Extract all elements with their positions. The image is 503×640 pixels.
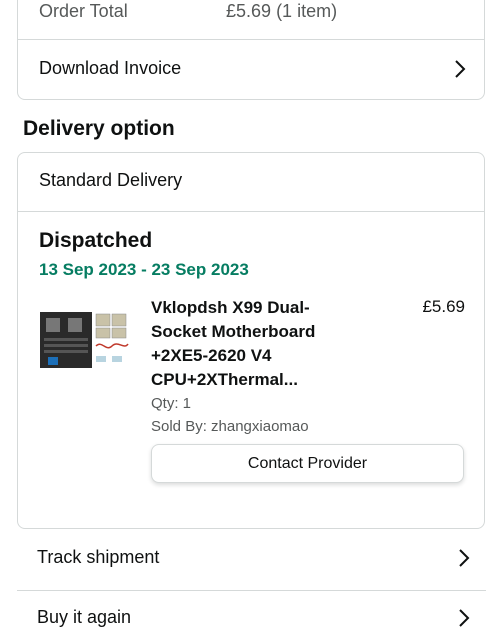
buy-again-label: Buy it again — [37, 607, 132, 627]
track-shipment-row[interactable]: Track shipment — [17, 530, 486, 589]
chevron-right-icon — [452, 606, 476, 630]
order-total-value: £5.69 (1 item) — [226, 1, 337, 22]
order-total-items: (1 item) — [276, 1, 338, 21]
product-image[interactable] — [40, 310, 130, 374]
delivery-card: Standard Delivery Dispatched 13 Sep 2023… — [17, 152, 485, 529]
product-title-line: CPU+2XThermal... — [151, 370, 298, 389]
order-total-label: Order Total — [39, 1, 128, 21]
product-title-line: +2XE5-2620 V4 — [151, 346, 272, 365]
delivery-date-range: 13 Sep 2023 - 23 Sep 2023 — [39, 260, 249, 279]
product-title-line: Vklopdsh X99 Dual- — [151, 298, 310, 317]
product-qty: Qty: 1 — [151, 395, 192, 412]
buy-again-row[interactable]: Buy it again — [17, 591, 486, 640]
shipment-status: Dispatched — [39, 229, 153, 252]
delivery-method: Standard Delivery — [39, 170, 183, 190]
divider — [18, 211, 484, 212]
order-summary-card: Order Total £5.69 (1 item) Download Invo… — [17, 0, 485, 100]
product-title-line: Socket Motherboard — [151, 322, 316, 341]
download-invoice-row[interactable]: Download Invoice — [18, 40, 484, 100]
chevron-right-icon — [448, 57, 472, 81]
download-invoice-label: Download Invoice — [39, 58, 182, 78]
product-seller: Sold By: zhangxiaomao — [151, 418, 309, 435]
product-title[interactable]: Vklopdsh X99 Dual- Socket Motherboard +2… — [151, 296, 351, 392]
chevron-right-icon — [452, 546, 476, 570]
product-price: £5.69 — [422, 297, 465, 316]
track-shipment-label: Track shipment — [37, 547, 160, 567]
contact-provider-button[interactable]: Contact Provider — [151, 444, 464, 483]
delivery-option-heading: Delivery option — [23, 117, 175, 140]
order-total-amount: £5.69 — [226, 1, 272, 21]
